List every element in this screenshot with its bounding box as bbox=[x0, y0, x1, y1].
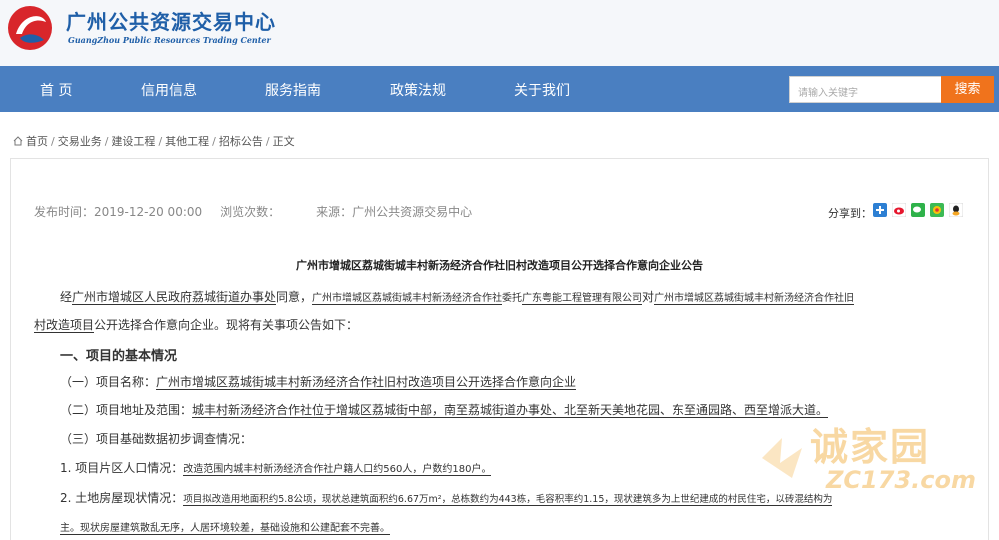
search-input[interactable]: 请输入关键字 bbox=[789, 76, 942, 103]
breadcrumb-construction[interactable]: 建设工程 bbox=[111, 135, 155, 148]
nav-item-policy[interactable]: 政策法规 bbox=[390, 80, 446, 100]
source: 来源：广州公共资源交易中心 bbox=[316, 205, 473, 219]
data-land-cont: 主。现状房屋建筑散乱无序，人居环境较差，基础设施和公建配套不完善。 bbox=[60, 523, 390, 535]
view-count: 浏览次数： bbox=[220, 205, 281, 219]
moments-icon[interactable] bbox=[930, 203, 944, 217]
article-title: 广州市增城区荔城街城丰村新汤经济合作社旧村改造项目公开选择合作意向企业公告 bbox=[296, 259, 703, 272]
article-meta: 发布时间：2019-12-20 00:00 浏览次数： 来源：广州公共资源交易中心 bbox=[34, 203, 472, 220]
weibo-icon[interactable] bbox=[892, 203, 906, 217]
wechat-icon[interactable] bbox=[911, 203, 925, 217]
site-header: 广州公共资源交易中心 GuangZhou Public Resources Tr… bbox=[0, 0, 999, 66]
nav-item-guide[interactable]: 服务指南 bbox=[265, 80, 321, 100]
qzone-icon[interactable] bbox=[873, 203, 887, 217]
item-project-location: （二）项目地址及范围：城丰村新汤经济合作社位于增城区荔城街中部，南至荔城街道办事… bbox=[60, 403, 829, 418]
nav-item-about[interactable]: 关于我们 bbox=[514, 80, 570, 100]
watermark-text: 诚家园 bbox=[810, 425, 931, 469]
nav-item-credit[interactable]: 信用信息 bbox=[141, 80, 197, 100]
breadcrumb-current: 正文 bbox=[272, 135, 295, 148]
section-heading: 一、项目的基本情况 bbox=[60, 349, 178, 364]
breadcrumb-home[interactable]: 首页 bbox=[26, 135, 48, 148]
nav-item-home[interactable]: 首 页 bbox=[40, 80, 72, 100]
watermark-url: ZC173.com bbox=[826, 466, 976, 494]
publish-time: 发布时间：2019-12-20 00:00 bbox=[34, 205, 203, 219]
share-label: 分享到： bbox=[828, 207, 872, 220]
paragraph-1-cont: 村改造项目公开选择合作意向企业。现将有关事项公告如下： bbox=[34, 318, 359, 333]
qq-icon[interactable] bbox=[949, 203, 963, 217]
home-icon bbox=[13, 136, 23, 146]
paragraph-1: 经广州市增城区人民政府荔城街道办事处同意，广州市增城区荔城街城丰村新汤经济合作社… bbox=[60, 290, 855, 305]
data-population: 1. 项目片区人口情况：改造范围内城丰村新汤经济合作社户籍人口约560人，户数约… bbox=[60, 461, 492, 476]
site-subtitle: GuangZhou Public Resources Trading Cente… bbox=[68, 35, 271, 45]
search-button[interactable]: 搜索 bbox=[941, 76, 994, 103]
site-title: 广州公共资源交易中心 bbox=[66, 10, 276, 34]
item-survey: （三）项目基础数据初步调查情况： bbox=[60, 432, 253, 446]
breadcrumb-notice[interactable]: 招标公告 bbox=[219, 135, 263, 148]
breadcrumb: 首页 / 交易业务 / 建设工程 / 其他工程 / 招标公告 / 正文 bbox=[13, 133, 295, 149]
item-project-name: （一）项目名称：广州市增城区荔城街城丰村新汤经济合作社旧村改造项目公开选择合作意… bbox=[60, 375, 577, 390]
breadcrumb-other[interactable]: 其他工程 bbox=[165, 135, 209, 148]
breadcrumb-trading[interactable]: 交易业务 bbox=[58, 135, 102, 148]
data-land: 2. 土地房屋现状情况：项目拟改造用地面积约5.8公顷，现状总建筑面积约6.67… bbox=[60, 491, 833, 506]
logo-icon bbox=[8, 6, 52, 50]
